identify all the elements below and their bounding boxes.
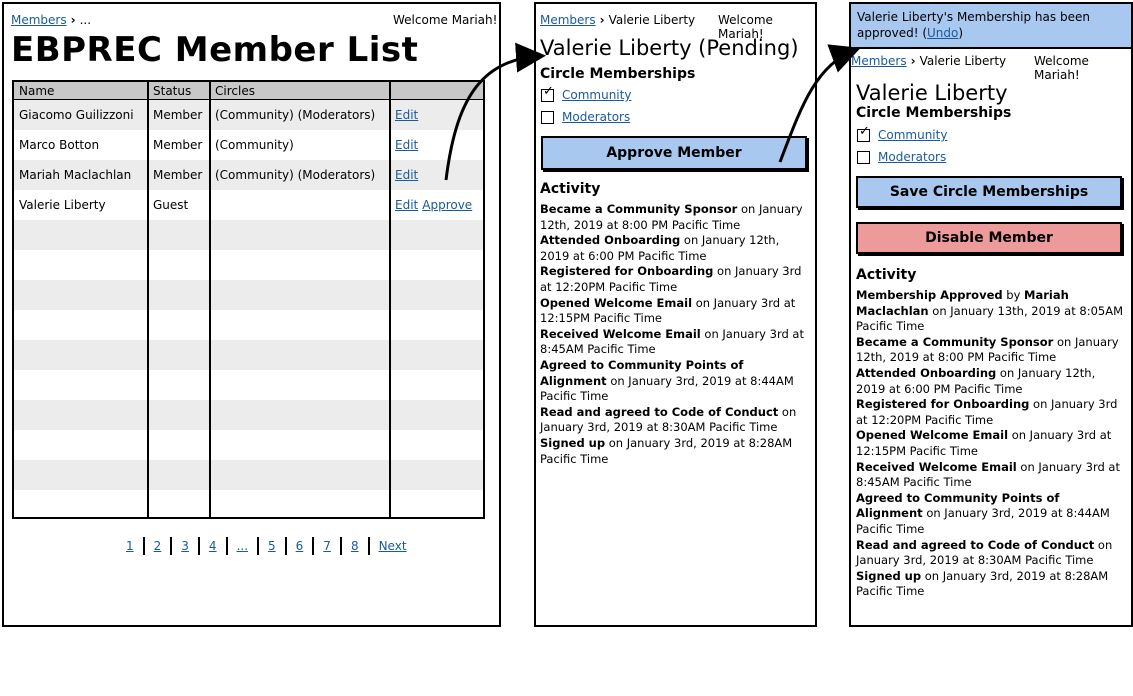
flow-arrow [778,44,861,163]
flow-arrows [444,42,861,181]
flow-arrow [444,42,546,181]
